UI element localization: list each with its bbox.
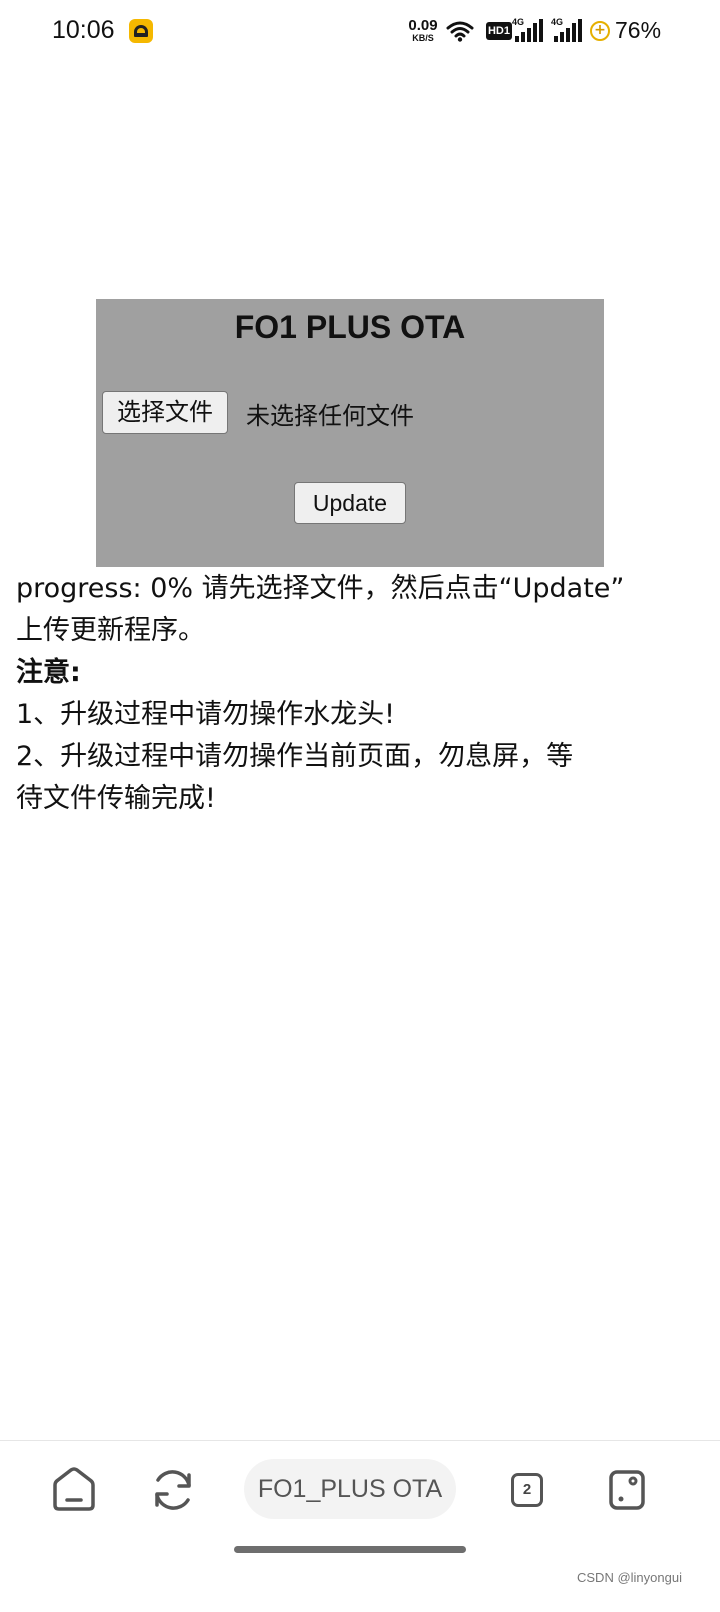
ota-title: FO1 PLUS OTA bbox=[234, 309, 466, 345]
network-speed: 0.09 KB/S bbox=[405, 18, 441, 43]
note-2-line-1: 2、升级过程中请勿操作当前页面，勿息屏，等 bbox=[16, 741, 574, 772]
home-button[interactable] bbox=[49, 1465, 99, 1515]
home-indicator[interactable] bbox=[234, 1546, 466, 1553]
refresh-button[interactable] bbox=[148, 1465, 198, 1515]
wifi-icon bbox=[446, 21, 474, 42]
progress-line-1: progress: 0% 请先选择文件，然后点击“Update” bbox=[16, 573, 625, 604]
menu-button[interactable] bbox=[602, 1465, 652, 1515]
page: 10:06 0.09 KB/S HD1 4G 4G + 76% FO1 PLUS… bbox=[0, 0, 720, 1612]
info-text: progress: 0% 请先选择文件，然后点击“Update” 上传更新程序。… bbox=[16, 568, 676, 820]
app-notification-icon bbox=[129, 19, 153, 43]
browser-bottom-bar: FO1_PLUS OTA 2 bbox=[0, 1440, 720, 1612]
update-button[interactable]: Update bbox=[294, 482, 406, 524]
tab-count-icon: 2 bbox=[511, 1473, 543, 1507]
signal-strength-icon-2: 4G bbox=[551, 17, 585, 44]
network-speed-unit: KB/S bbox=[412, 33, 434, 43]
tabs-button[interactable]: 2 bbox=[502, 1465, 552, 1515]
ota-panel: FO1 PLUS OTA 选择文件 未选择任何文件 Update bbox=[96, 299, 604, 567]
status-bar: 10:06 0.09 KB/S HD1 4G 4G + 76% bbox=[0, 0, 720, 66]
note-2-line-2: 待文件传输完成! bbox=[16, 783, 216, 814]
address-bar[interactable]: FO1_PLUS OTA bbox=[244, 1459, 456, 1519]
battery-saver-icon: + bbox=[590, 21, 610, 41]
refresh-icon bbox=[155, 1470, 191, 1510]
signal-strength-icon: 4G bbox=[512, 17, 546, 44]
status-time: 10:06 bbox=[52, 16, 115, 44]
watermark: CSDN @linyongui bbox=[577, 1570, 682, 1585]
choose-file-button[interactable]: 选择文件 bbox=[102, 391, 228, 434]
battery-level: 76% bbox=[615, 17, 662, 43]
network-speed-value: 0.09 bbox=[408, 17, 438, 34]
progress-line-2: 上传更新程序。 bbox=[16, 615, 205, 646]
file-selection-status: 未选择任何文件 bbox=[246, 402, 414, 430]
home-icon bbox=[53, 1467, 95, 1511]
menu-icon bbox=[609, 1470, 645, 1510]
note-1: 1、升级过程中请勿操作水龙头! bbox=[16, 699, 396, 730]
note-heading: 注意: bbox=[16, 657, 81, 688]
hd-voice-icon: HD1 bbox=[486, 22, 512, 40]
